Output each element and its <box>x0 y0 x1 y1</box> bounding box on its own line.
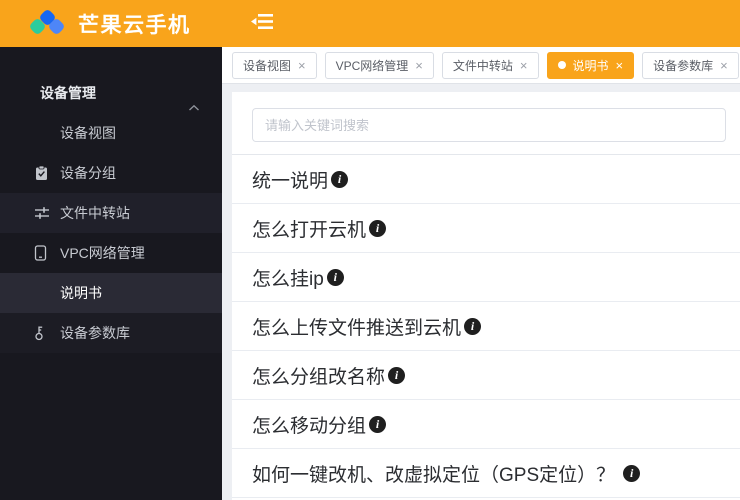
close-icon[interactable]: × <box>520 59 528 72</box>
sidebar-group-label: 设备管理 <box>40 85 96 101</box>
faq-row[interactable]: 统一说明 i <box>232 155 740 204</box>
sidebar-item-device-groups[interactable]: 设备分组 <box>0 153 222 193</box>
faq-title: 怎么分组改名称 <box>252 366 386 388</box>
info-icon[interactable]: i <box>369 219 387 237</box>
sidebar: 设备管理 设备视图 设备分组 文件中转站 VPC网络管理 说明书 设备参数库 <box>0 47 222 500</box>
menu-fold-button[interactable] <box>250 13 274 35</box>
faq-title: 统一说明 <box>252 170 329 192</box>
close-icon[interactable]: × <box>415 59 423 72</box>
tab-device-view[interactable]: 设备视图 × <box>232 51 317 79</box>
faq-title: 如何一键改机、改虚拟定位（GPS定位）？ <box>252 464 616 486</box>
sidebar-item-label: 设备参数库 <box>60 325 130 341</box>
tab-vpc-network[interactable]: VPC网络管理 × <box>324 51 434 79</box>
sidebar-item-label: 设备视图 <box>60 125 116 141</box>
app-logo: 芒果云手机 <box>28 9 191 39</box>
tab-label: VPC网络管理 <box>335 58 409 73</box>
search-section <box>232 92 740 155</box>
faq-title: 怎么打开云机 <box>252 219 367 241</box>
sidebar-item-label: 文件中转站 <box>60 205 130 221</box>
faq-row[interactable]: 如何一键改机、改虚拟定位（GPS定位）？ i <box>232 449 740 498</box>
main-content: 统一说明 i 怎么打开云机 i 怎么挂ip i 怎么上传文件推送到云机 i 怎么… <box>222 85 740 500</box>
manual-card: 统一说明 i 怎么打开云机 i 怎么挂ip i 怎么上传文件推送到云机 i 怎么… <box>232 92 740 500</box>
faq-row[interactable]: 怎么挂ip i <box>232 253 740 302</box>
sidebar-item-manual[interactable]: 说明书 <box>0 273 222 313</box>
faq-row[interactable]: 怎么分组改名称 i <box>232 351 740 400</box>
info-icon[interactable]: i <box>388 366 406 384</box>
sliders-icon <box>34 206 50 220</box>
faq-row[interactable]: 怎么移动分组 i <box>232 400 740 449</box>
sidebar-item-label: 设备分组 <box>60 165 116 181</box>
app-header: 芒果云手机 <box>0 0 740 47</box>
app-title: 芒果云手机 <box>78 13 191 37</box>
sidebar-item-label: 说明书 <box>60 285 102 301</box>
menu-fold-icon <box>250 13 274 35</box>
key-icon <box>34 325 46 341</box>
tab-label: 说明书 <box>572 58 609 73</box>
faq-title: 怎么移动分组 <box>252 415 367 437</box>
clipboard-check-icon <box>34 165 49 181</box>
tab-file-hub[interactable]: 文件中转站 × <box>441 51 539 79</box>
info-icon[interactable]: i <box>331 170 349 188</box>
search-input[interactable] <box>252 108 726 142</box>
phone-icon <box>34 245 47 261</box>
active-tab-dot-icon <box>557 61 566 69</box>
info-icon[interactable]: i <box>326 268 344 286</box>
sidebar-item-file-hub[interactable]: 文件中转站 <box>0 193 222 233</box>
info-icon[interactable]: i <box>623 464 641 482</box>
close-icon[interactable]: × <box>616 59 624 72</box>
faq-row[interactable]: 怎么上传文件推送到云机 i <box>232 302 740 351</box>
info-icon[interactable]: i <box>369 415 387 433</box>
sidebar-item-vpc-network[interactable]: VPC网络管理 <box>0 233 222 273</box>
faq-row[interactable]: 怎么打开云机 i <box>232 204 740 253</box>
close-icon[interactable]: × <box>720 59 728 72</box>
sidebar-item-device-params[interactable]: 设备参数库 <box>0 313 222 353</box>
sidebar-group-device-management[interactable]: 设备管理 <box>0 73 222 113</box>
sidebar-item-label: VPC网络管理 <box>60 245 145 261</box>
tab-device-params[interactable]: 设备参数库 × <box>642 51 739 79</box>
faq-title: 怎么上传文件推送到云机 <box>252 317 462 339</box>
logo-mark-icon <box>28 9 66 39</box>
close-icon[interactable]: × <box>298 59 306 72</box>
tab-label: 设备视图 <box>243 58 292 73</box>
tab-bar: 设备视图 × VPC网络管理 × 文件中转站 × 说明书 × 设备参数库 × <box>222 47 740 84</box>
sidebar-item-device-view[interactable]: 设备视图 <box>0 113 222 153</box>
tab-label: 设备参数库 <box>653 58 714 73</box>
faq-title: 怎么挂ip <box>252 268 324 290</box>
tab-label: 文件中转站 <box>452 58 513 73</box>
info-icon[interactable]: i <box>464 317 482 335</box>
tab-manual[interactable]: 说明书 × <box>546 51 635 79</box>
